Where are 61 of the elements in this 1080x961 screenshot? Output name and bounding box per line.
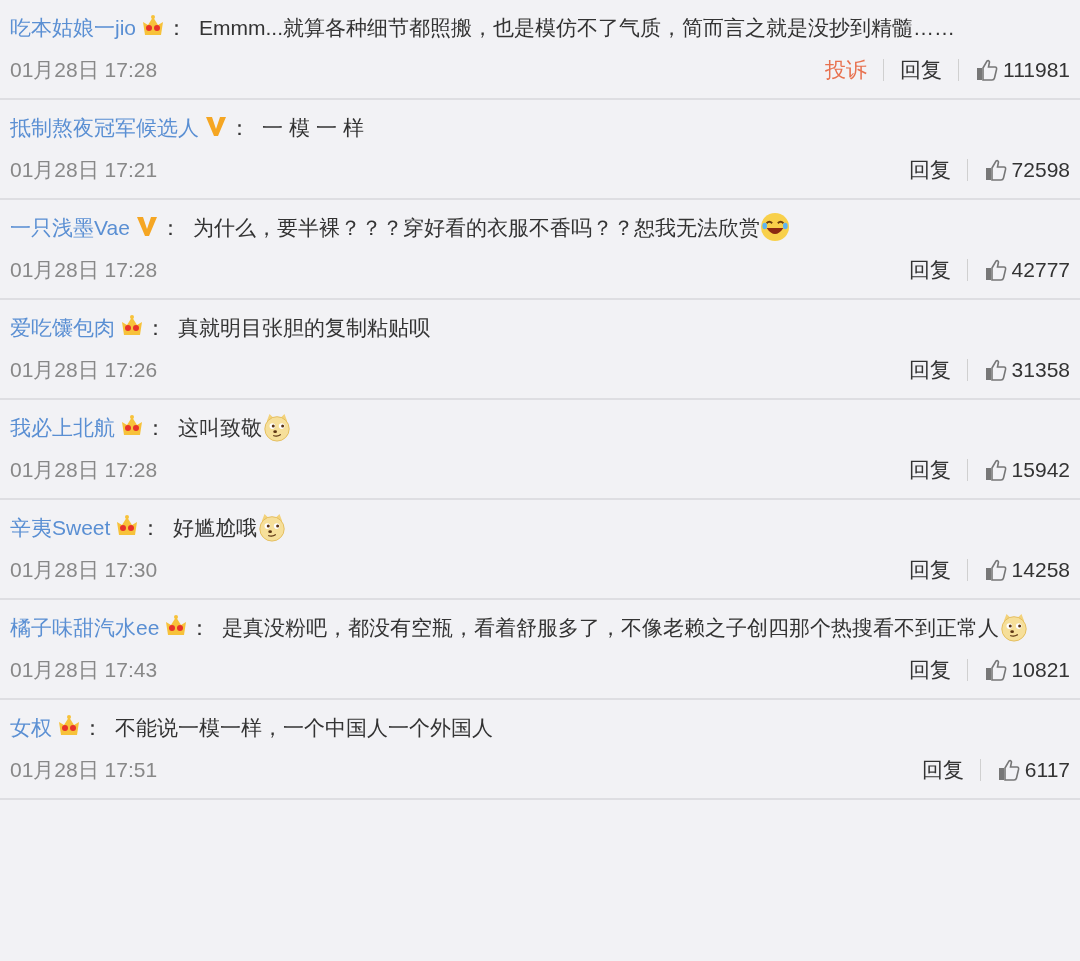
- colon: ：: [159, 216, 181, 239]
- comment-time: 01月28日 17:51: [10, 757, 158, 783]
- user-name-link[interactable]: 我必上北航: [10, 416, 115, 439]
- comment-time: 01月28日 17:28: [10, 257, 158, 283]
- thumbs-up-icon[interactable]: [983, 458, 1008, 482]
- dog-emoji-icon: [257, 512, 288, 542]
- like-count: 72598: [1011, 158, 1070, 182]
- like-count: 15942: [1011, 458, 1070, 482]
- thumbs-up-icon[interactable]: [983, 158, 1008, 182]
- user-name-link[interactable]: 橘子味甜汽水ee: [10, 616, 160, 639]
- reply-link[interactable]: 回复: [900, 56, 943, 84]
- reply-link[interactable]: 回复: [908, 656, 951, 684]
- user-name-link[interactable]: 辛夷Sweet: [10, 516, 111, 539]
- like-count: 31358: [1011, 358, 1070, 382]
- comment-text: Emmm...就算各种细节都照搬，也是模仿不了气质，简而言之就是没抄到精髓……: [199, 16, 955, 39]
- user-name-link[interactable]: 吃本姑娘一jio: [10, 16, 136, 39]
- comment-time: 01月28日 17:26: [10, 357, 158, 383]
- user-name-link[interactable]: 抵制熬夜冠军候选人: [10, 116, 199, 139]
- like-count: 111981: [1003, 58, 1070, 82]
- like-count: 14258: [1011, 558, 1070, 582]
- user-name-link[interactable]: 女权: [10, 716, 52, 739]
- comment-text: 不能说一模一样，一个中国人一个外国人: [115, 716, 493, 739]
- comment-time: 01月28日 17:30: [10, 557, 158, 583]
- user-name-link[interactable]: 爱吃馕包肉: [10, 316, 115, 339]
- like-count: 6117: [1024, 758, 1070, 782]
- reply-link[interactable]: 回复: [908, 456, 951, 484]
- dog-emoji-icon: [999, 612, 1030, 642]
- comment-text: 是真没粉吧，都没有空瓶，看着舒服多了，不像老赖之子创四那个热搜看不到正常人: [222, 616, 1000, 639]
- comment-text: 真就明目张胆的复制粘贴呗: [178, 316, 430, 339]
- comment-text: 这叫致敬: [178, 416, 262, 439]
- colon: ：: [140, 516, 162, 539]
- comment-time: 01月28日 17:43: [10, 657, 158, 683]
- like-count: 42777: [1011, 258, 1070, 282]
- comment-text: 为什么，要半裸？？？穿好看的衣服不香吗？？恕我无法欣赏: [192, 216, 760, 239]
- comment-time: 01月28日 17:28: [10, 57, 158, 83]
- user-name-link[interactable]: 一只浅墨Vae: [10, 216, 130, 239]
- thumbs-up-icon[interactable]: [983, 358, 1008, 382]
- dog-emoji-icon: [262, 412, 292, 442]
- reply-link[interactable]: 回复: [908, 556, 951, 584]
- like-count: 10821: [1011, 658, 1070, 682]
- reply-link[interactable]: 回复: [921, 756, 964, 784]
- thumbs-up-icon[interactable]: [983, 258, 1008, 282]
- colon: ：: [82, 716, 103, 739]
- comment-text: 一 模 一 样: [262, 116, 364, 139]
- colon: ：: [229, 116, 250, 139]
- thumbs-up-icon[interactable]: [983, 658, 1008, 682]
- thumbs-up-icon[interactable]: [975, 58, 1000, 82]
- reply-link[interactable]: 回复: [908, 156, 951, 184]
- comment-text: 好尴尬哦: [173, 516, 258, 539]
- reply-link[interactable]: 回复: [908, 256, 951, 284]
- thumbs-up-icon[interactable]: [983, 558, 1008, 582]
- comment-time: 01月28日 17:21: [10, 157, 158, 183]
- report-link[interactable]: 投诉: [825, 56, 868, 84]
- colon: ：: [145, 316, 166, 339]
- comment-time: 01月28日 17:28: [10, 457, 158, 483]
- laughing-emoji-icon: [759, 212, 790, 242]
- thumbs-up-icon[interactable]: [996, 758, 1021, 782]
- colon: ：: [145, 416, 166, 439]
- reply-link[interactable]: 回复: [908, 356, 951, 384]
- colon: ：: [166, 16, 187, 39]
- colon: ：: [189, 616, 211, 639]
